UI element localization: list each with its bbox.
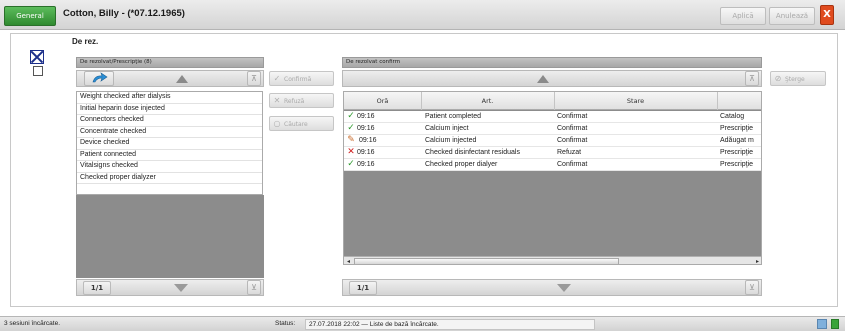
cell-time: 09:16: [357, 125, 375, 132]
table-row[interactable]: ✓ 09:16 Patient completed Confirmat Cata…: [344, 111, 761, 123]
right-pager-bar: [342, 279, 762, 296]
scroll-right-icon[interactable]: ▸: [754, 258, 761, 264]
x-icon: ✕: [273, 96, 281, 105]
scroll-up-icon[interactable]: [537, 75, 549, 83]
scroll-down-icon[interactable]: [557, 284, 571, 292]
column-header-time[interactable]: Oră: [344, 92, 422, 110]
scroll-top-icon[interactable]: ⊼: [247, 71, 261, 86]
cell-extra: Prescripţie: [720, 149, 754, 156]
table-row[interactable]: ✕ 09:16 Checked disinfectant residuals R…: [344, 147, 761, 159]
cell-stare: Confirmat: [557, 113, 588, 120]
patient-title: Cotton, Billy - (*07.12.1965): [63, 8, 185, 19]
status-bar: 3 sesiuni încărcate. Status: 27.07.2018 …: [0, 316, 845, 331]
status-value: 27.07.2018 22:02 — Liste de bază încărca…: [305, 319, 595, 330]
cell-art: Patient completed: [425, 113, 482, 120]
left-page-indicator: 1/1: [83, 281, 111, 295]
cell-extra: Adăugat m: [720, 137, 754, 144]
list-item[interactable]: Connectors checked: [77, 115, 262, 127]
section-title: De rez.: [72, 37, 99, 46]
refuse-label: Refuză: [284, 98, 305, 105]
refresh-arrow-icon: [92, 72, 108, 83]
scroll-left-icon[interactable]: ◂: [345, 258, 352, 264]
list-item[interactable]: Initial heparin dose injected: [77, 104, 262, 115]
refuse-button[interactable]: ✕ Refuză: [269, 93, 334, 108]
cell-time: 09:16: [357, 113, 375, 120]
cell-extra: Prescripţie: [720, 161, 754, 168]
search-icon: ○: [273, 119, 281, 128]
cell-time: 09:16: [357, 161, 375, 168]
sessions-status: 3 sesiuni încărcate.: [4, 320, 61, 327]
cell-art: Calcium inject: [425, 125, 469, 132]
left-list-empty-area: [76, 195, 264, 278]
table-header: Oră Art. Stare: [344, 92, 761, 110]
cell-time: 09:16: [357, 149, 375, 156]
list-item[interactable]: Concentrate checked: [77, 127, 262, 138]
delete-label: Şterge: [785, 76, 805, 83]
cell-stare: Confirmat: [557, 137, 588, 144]
cell-extra: Prescripţie: [720, 125, 754, 132]
right-page-indicator: 1/1: [349, 281, 377, 295]
cell-time: 09:16: [359, 137, 377, 144]
cancel-button[interactable]: Anulează: [769, 7, 815, 25]
check-icon: ✓: [347, 123, 355, 133]
check-icon: ✓: [273, 74, 281, 83]
column-header-art[interactable]: Art.: [421, 92, 555, 110]
scroll-up-icon[interactable]: [176, 75, 188, 83]
left-list: Weight checked after dialysis Initial he…: [76, 91, 263, 195]
status-label: Status:: [275, 320, 296, 327]
delete-button[interactable]: ⊘ Şterge: [770, 71, 826, 86]
right-panel-toolbar: [342, 70, 762, 87]
confirm-button[interactable]: ✓ Confirmă: [269, 71, 334, 86]
search-button[interactable]: ○ Căutare: [269, 116, 334, 131]
list-item[interactable]: Checked proper dialyzer: [77, 173, 262, 184]
delete-icon: ⊘: [774, 74, 782, 83]
list-item[interactable]: Weight checked after dialysis: [77, 92, 262, 104]
list-item[interactable]: Patient connected: [77, 150, 262, 161]
connection-status-icon: [831, 319, 839, 329]
table-row[interactable]: ✓ 09:16 Calcium inject Confirmat Prescri…: [344, 123, 761, 135]
tab-general[interactable]: General: [4, 6, 56, 26]
cross-icon: ✕: [347, 147, 355, 157]
scrollbar-thumb[interactable]: [354, 258, 619, 264]
cell-art: Checked proper dialyer: [425, 161, 498, 168]
table-row[interactable]: ✎ 09:16 Calcium injected Confirmat Adăug…: [344, 135, 761, 147]
horizontal-scrollbar[interactable]: ◂ ▸: [344, 256, 761, 264]
check-icon: ✓: [347, 111, 355, 121]
left-panel-header: De rezolvat/Prescripţie (8): [76, 57, 264, 68]
cell-stare: Confirmat: [557, 125, 588, 132]
cell-stare: Confirmat: [557, 161, 588, 168]
confirm-label: Confirmă: [284, 76, 312, 83]
right-panel-header: De rezolvat confirm: [342, 57, 762, 68]
empty-box-icon[interactable]: [33, 66, 43, 76]
confirm-table: Oră Art. Stare ✓ 09:16 Patient completed…: [343, 91, 762, 265]
scroll-down-icon[interactable]: [174, 284, 188, 292]
column-header-extra[interactable]: [717, 92, 761, 110]
scroll-bottom-icon[interactable]: ⊻: [247, 280, 261, 295]
pencil-icon: ✎: [347, 135, 355, 145]
cell-art: Calcium injected: [425, 137, 477, 144]
list-item[interactable]: Device checked: [77, 138, 262, 150]
checked-box-icon[interactable]: [30, 50, 44, 64]
close-button[interactable]: X: [820, 5, 834, 25]
cell-extra: Catalog: [720, 113, 745, 120]
check-icon: ✓: [347, 159, 355, 169]
apply-button[interactable]: Aplicā: [720, 7, 766, 25]
table-row[interactable]: ✓ 09:16 Checked proper dialyer Confirmat…: [344, 159, 761, 171]
network-icon[interactable]: [817, 319, 827, 329]
search-label: Căutare: [284, 121, 308, 128]
scroll-top-icon[interactable]: ⊼: [745, 71, 759, 86]
list-item[interactable]: Vitalsigns checked: [77, 161, 262, 173]
column-header-stare[interactable]: Stare: [554, 92, 718, 110]
refresh-button[interactable]: [84, 71, 114, 86]
cell-stare: Refuzat: [557, 149, 582, 156]
cell-art: Checked disinfectant residuals: [425, 149, 520, 156]
scroll-bottom-icon[interactable]: ⊻: [745, 280, 759, 295]
